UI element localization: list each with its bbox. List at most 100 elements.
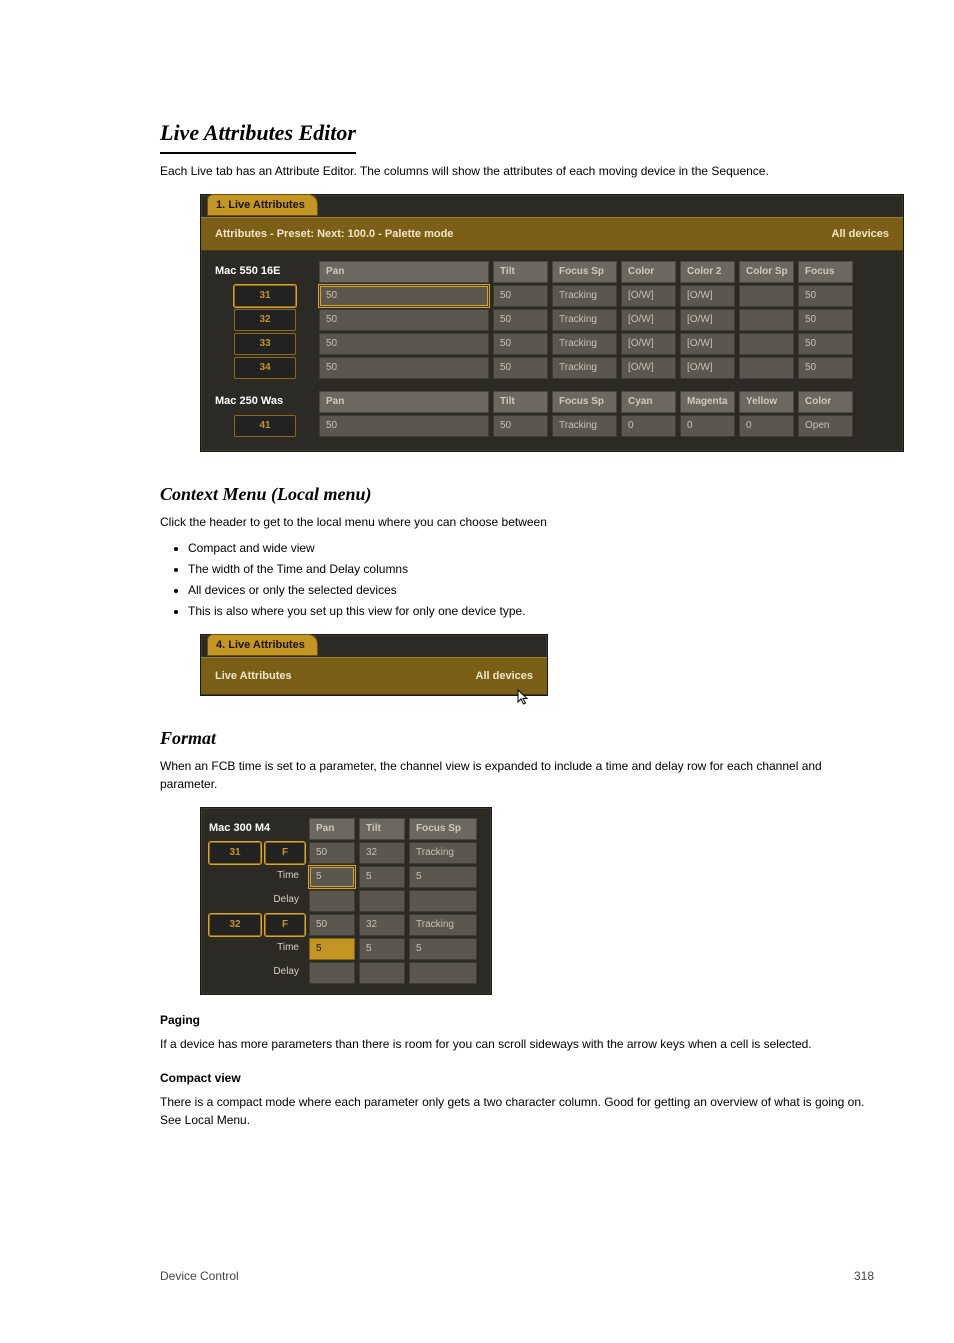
- tab-live-attributes-1[interactable]: 1. Live Attributes: [207, 194, 318, 216]
- channel-number[interactable]: 34: [234, 357, 296, 379]
- delay-cell[interactable]: .: [409, 890, 477, 912]
- column-header[interactable]: Color: [798, 391, 853, 413]
- list-item: All devices or only the selected devices: [188, 581, 874, 599]
- attribute-cell[interactable]: [O/W]: [621, 333, 676, 355]
- attribute-cell[interactable]: 50: [493, 333, 548, 355]
- attribute-cell[interactable]: 50: [319, 285, 489, 307]
- attribute-cell[interactable]: 50: [493, 285, 548, 307]
- channel-flag[interactable]: F: [265, 914, 305, 936]
- attribute-cell[interactable]: [O/W]: [621, 309, 676, 331]
- column-header[interactable]: Yellow: [739, 391, 794, 413]
- delay-row-label: Delay: [265, 890, 305, 912]
- channel-number[interactable]: 32: [234, 309, 296, 331]
- column-header[interactable]: Focus Sp: [552, 391, 617, 413]
- device-grid-mac300: Mac 300 M4PanTiltFocus Sp31F5032Tracking…: [209, 818, 483, 984]
- attribute-cell[interactable]: Tracking: [552, 309, 617, 331]
- attribute-cell[interactable]: 50: [798, 357, 853, 379]
- delay-cell[interactable]: .: [409, 962, 477, 984]
- column-header[interactable]: Tilt: [493, 391, 548, 413]
- column-header[interactable]: Pan: [309, 818, 355, 840]
- column-header[interactable]: Magenta: [680, 391, 735, 413]
- attribute-cell[interactable]: .: [739, 309, 794, 331]
- attribute-cell[interactable]: Tracking: [409, 842, 477, 864]
- attribute-cell[interactable]: 50: [493, 357, 548, 379]
- attribute-cell[interactable]: Tracking: [552, 285, 617, 307]
- attribute-cell[interactable]: 50: [798, 285, 853, 307]
- attribute-cell[interactable]: [O/W]: [621, 285, 676, 307]
- device-type-label: Mac 250 Was: [215, 391, 315, 413]
- attribute-cell[interactable]: 50: [798, 309, 853, 331]
- attribute-cell[interactable]: [O/W]: [680, 285, 735, 307]
- column-header[interactable]: Focus Sp: [552, 261, 617, 283]
- attribute-cell[interactable]: 50: [798, 333, 853, 355]
- time-cell[interactable]: 5: [359, 938, 405, 960]
- attribute-cell[interactable]: 50: [493, 415, 548, 437]
- column-header[interactable]: Color Sp: [739, 261, 794, 283]
- column-header[interactable]: Tilt: [493, 261, 548, 283]
- attribute-cell[interactable]: Tracking: [552, 415, 617, 437]
- attribute-cell[interactable]: 50: [309, 914, 355, 936]
- attribute-cell[interactable]: 0: [739, 415, 794, 437]
- attribute-cell[interactable]: [O/W]: [680, 309, 735, 331]
- compact-heading: Compact view: [160, 1071, 874, 1085]
- delay-cell[interactable]: .: [309, 962, 355, 984]
- channel-number[interactable]: 31: [209, 842, 261, 864]
- channel-number[interactable]: 32: [209, 914, 261, 936]
- tab-live-attributes-4[interactable]: 4. Live Attributes: [207, 634, 318, 656]
- channel-number[interactable]: 31: [234, 285, 296, 307]
- attributes-title-bar-2[interactable]: Live Attributes All devices: [201, 657, 547, 695]
- column-header[interactable]: Focus: [798, 261, 853, 283]
- time-cell[interactable]: 5: [309, 866, 355, 888]
- delay-cell[interactable]: .: [359, 890, 405, 912]
- column-header[interactable]: Color: [621, 261, 676, 283]
- time-cell[interactable]: 5: [309, 938, 355, 960]
- channel-flag[interactable]: F: [265, 842, 305, 864]
- attribute-cell[interactable]: Tracking: [552, 357, 617, 379]
- time-cell[interactable]: 5: [409, 938, 477, 960]
- attribute-cell[interactable]: 0: [680, 415, 735, 437]
- context-menu-heading: Context Menu (Local menu): [160, 484, 874, 505]
- attribute-cell[interactable]: [O/W]: [680, 333, 735, 355]
- attribute-cell[interactable]: [O/W]: [680, 357, 735, 379]
- time-cell[interactable]: 5: [359, 866, 405, 888]
- compact-paragraph: There is a compact mode where each param…: [160, 1093, 874, 1129]
- attribute-cell[interactable]: .: [739, 333, 794, 355]
- attribute-cell[interactable]: 32: [359, 914, 405, 936]
- time-row-label: Time: [265, 866, 305, 888]
- list-item: The width of the Time and Delay columns: [188, 560, 874, 578]
- attribute-cell[interactable]: 50: [319, 415, 489, 437]
- attribute-cell[interactable]: 0: [621, 415, 676, 437]
- column-header[interactable]: Color 2: [680, 261, 735, 283]
- delay-row-label: Delay: [265, 962, 305, 984]
- time-cell[interactable]: 5: [409, 866, 477, 888]
- attributes-title-bar[interactable]: Attributes - Preset: Next: 100.0 - Palet…: [201, 217, 903, 251]
- delay-cell[interactable]: .: [359, 962, 405, 984]
- delay-cell[interactable]: .: [309, 890, 355, 912]
- attribute-cell[interactable]: Tracking: [552, 333, 617, 355]
- attribute-cell[interactable]: .: [739, 357, 794, 379]
- attribute-cell[interactable]: 50: [319, 309, 489, 331]
- attribute-cell[interactable]: 50: [319, 357, 489, 379]
- channel-number[interactable]: 33: [234, 333, 296, 355]
- section-heading: Live Attributes Editor: [160, 120, 356, 154]
- column-header[interactable]: Focus Sp: [409, 818, 477, 840]
- attribute-cell[interactable]: Open: [798, 415, 853, 437]
- attribute-cell[interactable]: 32: [359, 842, 405, 864]
- attribute-cell[interactable]: .: [739, 285, 794, 307]
- column-header[interactable]: Cyan: [621, 391, 676, 413]
- attribute-cell[interactable]: [O/W]: [621, 357, 676, 379]
- bar-left-text: Attributes - Preset: Next: 100.0 - Palet…: [215, 228, 453, 240]
- attribute-cell[interactable]: Tracking: [409, 914, 477, 936]
- device-grid-mac250: Mac 250 WasPanTiltFocus SpCyanMagentaYel…: [215, 391, 889, 437]
- attribute-cell[interactable]: 50: [309, 842, 355, 864]
- attribute-cell[interactable]: 50: [319, 333, 489, 355]
- channel-number[interactable]: 41: [234, 415, 296, 437]
- live-attributes-screenshot-1: 1. Live Attributes Attributes - Preset: …: [200, 194, 904, 452]
- column-header[interactable]: Pan: [319, 261, 489, 283]
- column-header[interactable]: Tilt: [359, 818, 405, 840]
- attribute-cell[interactable]: 50: [493, 309, 548, 331]
- column-header[interactable]: Pan: [319, 391, 489, 413]
- time-row-label: Time: [265, 938, 305, 960]
- list-item: This is also where you set up this view …: [188, 602, 874, 620]
- list-item: Compact and wide view: [188, 539, 874, 557]
